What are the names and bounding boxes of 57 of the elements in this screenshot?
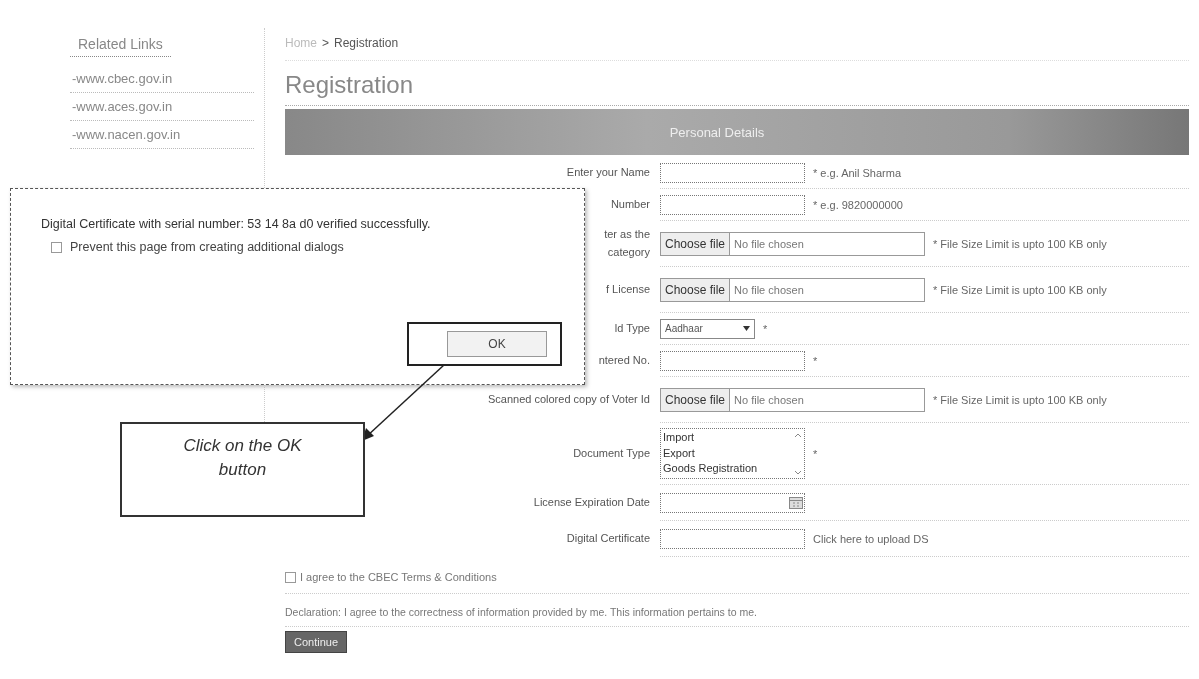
sidebar-title: Related Links — [70, 28, 171, 57]
field-hint: * e.g. 9820000000 — [813, 198, 903, 211]
choose-file-button[interactable]: Choose file — [661, 278, 731, 301]
declaration-text: Declaration: I agree to the correctness of information provided by me. This information pertains to me. — [285, 594, 1189, 627]
scroll-arrows-icon[interactable] — [794, 431, 802, 476]
text-input[interactable] — [660, 350, 805, 371]
field-label: Digital Certificate — [566, 531, 650, 547]
field-hint: * — [763, 322, 768, 335]
breadcrumb-current: Registration — [334, 36, 399, 50]
field-label: Scanned colored copy of Voter Id — [487, 392, 650, 408]
choose-file-button[interactable]: Choose file — [661, 388, 731, 411]
breadcrumb-separator: > — [322, 36, 330, 50]
caret-icon — [743, 326, 750, 331]
field-hint: * e.g. Anil Sharma — [813, 166, 902, 179]
field-hint: * — [813, 354, 818, 367]
listbox-option[interactable]: Export — [663, 445, 802, 462]
document-type-listbox[interactable]: Import Export Goods Registration — [660, 427, 805, 480]
file-status-text: No file chosen — [733, 283, 804, 296]
id-type-dropdown[interactable]: Aadhaar — [660, 318, 755, 339]
field-hint: * File Size Limit is upto 100 KB only — [933, 237, 1107, 250]
field-label: ld Type — [614, 321, 650, 337]
field-hint: * File Size Limit is upto 100 KB only — [933, 393, 1107, 406]
file-status-text: No file chosen — [733, 393, 804, 406]
file-status-text: No file chosen — [733, 237, 804, 250]
field-label: Enter your Name — [566, 165, 650, 181]
choose-file-button[interactable]: Choose file — [661, 232, 731, 255]
listbox-option[interactable]: Import — [663, 429, 802, 446]
field-hint: * — [813, 447, 818, 460]
terms-label: I agree to the CBEC Terms & Conditions — [300, 571, 497, 583]
upload-ds-link[interactable]: Click here to upload DS — [813, 532, 929, 545]
text-input[interactable] — [660, 162, 805, 183]
file-input[interactable]: Choose file No file chosen — [660, 277, 925, 302]
field-label: License Expiration Date — [533, 495, 650, 511]
file-input[interactable]: Choose file No file chosen — [660, 231, 925, 256]
field-hint: * File Size Limit is upto 100 KB only — [933, 283, 1107, 296]
text-input[interactable] — [660, 194, 805, 215]
field-label: Number — [610, 197, 650, 213]
listbox-option[interactable]: Goods Registration — [663, 461, 802, 478]
field-label: ntered No. — [598, 353, 650, 369]
field-label: Document Type — [573, 446, 650, 462]
callout-text: Click on the OK button — [182, 435, 303, 481]
related-link[interactable]: -www.cbec.gov.in — [70, 65, 254, 93]
section-title: Personal Details — [669, 124, 765, 140]
field-label: ter as the category — [604, 227, 650, 260]
checkbox-label: Prevent this page from creating additional dialogs — [70, 240, 344, 254]
text-input[interactable] — [660, 528, 805, 549]
file-input[interactable]: Choose file No file chosen — [660, 387, 925, 412]
ok-button[interactable]: OK — [447, 331, 547, 357]
calendar-icon[interactable] — [789, 496, 803, 509]
field-label: f License — [605, 282, 650, 298]
related-link[interactable]: -www.aces.gov.in — [70, 93, 254, 121]
related-link[interactable]: -www.nacen.gov.in — [70, 121, 254, 149]
prevent-dialogs-checkbox[interactable] — [51, 241, 62, 253]
terms-checkbox[interactable] — [285, 571, 296, 583]
page-title: Registration — [285, 61, 1189, 106]
submit-button[interactable]: Continue — [285, 631, 348, 653]
dialog-message: Digital Certificate with serial number: 53 14 8a d0 verified successfully. — [41, 217, 431, 231]
